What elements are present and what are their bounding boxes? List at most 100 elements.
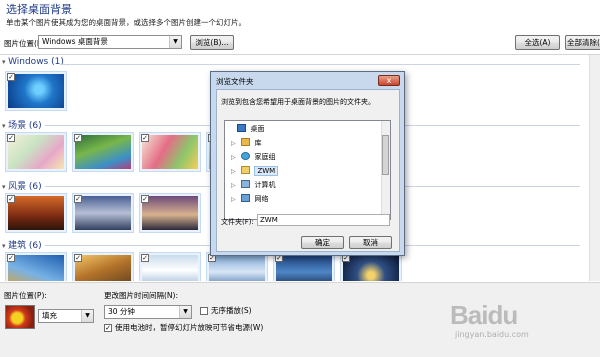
close-button[interactable]: x [378, 75, 400, 86]
thumb-checkbox[interactable]: ✓ [7, 195, 15, 203]
shuffle-label: 无序播放(S) [211, 306, 252, 315]
group-title: 建筑 (6) [8, 241, 42, 251]
picture-position-dropdown[interactable]: 填充 ▼ [38, 309, 94, 323]
baidu-watermark: Baidu [450, 300, 518, 330]
ok-button[interactable]: 确定 [301, 236, 344, 249]
tree-item-computer[interactable]: ▷ 计算机 [231, 180, 275, 191]
chevron-down-icon: ▼ [169, 36, 181, 48]
interval-label: 更改图片时间间隔(N): [104, 291, 178, 300]
tree-scroll-thumb[interactable] [382, 135, 389, 175]
thumb-checkbox[interactable]: ✓ [74, 195, 82, 203]
battery-pause-checkbox[interactable]: ✓ [104, 324, 112, 332]
folder-label: 文件夹(F): [221, 218, 254, 226]
thumb-checkbox[interactable]: ✓ [7, 134, 15, 142]
wallpaper-image [75, 196, 131, 230]
battery-pause-label: 使用电池时，暂停幻灯片放映可节省电源(W) [115, 323, 264, 332]
wallpaper-thumb[interactable]: ✓ [72, 132, 134, 172]
folder-input[interactable]: ZWM [257, 214, 390, 226]
tree-item-homegroup[interactable]: ▷ 家庭组 [231, 152, 275, 163]
thumb-checkbox[interactable]: ✓ [7, 254, 15, 262]
tree-item-label: 库 [254, 139, 262, 147]
expand-icon: ▷ [231, 182, 236, 189]
group-title: 风景 (6) [8, 182, 42, 192]
wallpaper-image [276, 255, 332, 281]
group-header-windows[interactable]: ▾ Windows (1) [2, 57, 64, 67]
wallpaper-thumb[interactable]: ✓ [5, 132, 67, 172]
wallpaper-thumb[interactable]: ✓ [139, 252, 201, 281]
wallpaper-image [142, 135, 198, 169]
wallpaper-image [8, 196, 64, 230]
homegroup-icon [241, 152, 251, 160]
thumb-checkbox[interactable]: ✓ [141, 134, 149, 142]
wallpaper-image [142, 255, 198, 281]
wallpaper-image [75, 255, 131, 281]
tree-item-library[interactable]: ▷ 库 [231, 138, 261, 149]
thumb-checkbox[interactable]: ✓ [141, 195, 149, 203]
shuffle-checkbox[interactable] [200, 307, 208, 315]
desktop-icon [237, 124, 247, 132]
collapse-icon: ▾ [2, 58, 6, 66]
page-subtitle: 单击某个图片使其成为您的桌面背景，或选择多个图片创建一个幻灯片。 [6, 18, 246, 27]
group-title: 场景 (6) [8, 121, 42, 131]
group-header-landscapes[interactable]: ▾ 风景 (6) [2, 179, 42, 192]
computer-icon [241, 180, 251, 188]
wallpaper-thumb[interactable]: ✓ [273, 252, 335, 281]
page-title: 选择桌面背景 [6, 3, 72, 16]
wallpaper-image [343, 255, 399, 281]
picture-position-label: 图片位置(P): [4, 291, 47, 300]
group-header-architecture[interactable]: ▾ 建筑 (6) [2, 238, 42, 251]
collapse-icon: ▾ [2, 183, 6, 191]
wallpaper-thumb[interactable]: ✓ [340, 252, 402, 281]
wallpaper-image [75, 135, 131, 169]
expand-icon: ▷ [231, 140, 236, 147]
wallpaper-image [142, 196, 198, 230]
select-all-button[interactable]: 全选(A) [515, 35, 560, 50]
interval-value: 30 分钟 [108, 307, 135, 316]
baidu-watermark-url: jingyan.baidu.com [455, 330, 529, 339]
picture-location-dropdown[interactable]: Windows 桌面背景 ▼ [38, 35, 182, 49]
wallpaper-thumb[interactable]: ✓ [72, 193, 134, 233]
tree-item-zwm[interactable]: ▷ ZWM [231, 166, 279, 177]
wallpaper-thumb[interactable]: ✓ [139, 132, 201, 172]
picture-position-value: 填充 [42, 311, 57, 320]
wallpaper-thumb[interactable]: ✓ [5, 252, 67, 281]
wallpaper-thumb[interactable]: ✓ [72, 252, 134, 281]
expand-icon: ▷ [231, 168, 236, 175]
clear-all-button[interactable]: 全部清除(C) [565, 35, 600, 50]
group-title: Windows (1) [8, 57, 64, 67]
chevron-down-icon: ▼ [81, 310, 93, 322]
group-divider [60, 64, 580, 65]
user-folder-icon [241, 166, 251, 174]
group-header-scenes[interactable]: ▾ 场景 (6) [2, 118, 42, 131]
thumb-checkbox[interactable]: ✓ [74, 254, 82, 262]
wallpaper-image [8, 74, 64, 108]
tree-item-label: 桌面 [250, 125, 265, 133]
wallpaper-image [209, 255, 265, 281]
position-preview-image [5, 305, 35, 329]
folder-tree[interactable]: 桌面 ▷ 库 ▷ 家庭组 ▷ ZWM ▷ 计算机 ▷ 网络 [224, 120, 391, 220]
dialog-title: 浏览文件夹 [216, 77, 254, 86]
thumb-checkbox[interactable]: ✓ [141, 254, 149, 262]
expand-icon: ▷ [231, 154, 236, 161]
wallpaper-thumb[interactable]: ✓ [5, 193, 67, 233]
gallery-scrollbar[interactable] [589, 55, 600, 281]
wallpaper-image [8, 255, 64, 281]
chevron-down-icon: ▼ [179, 306, 191, 318]
wallpaper-thumb[interactable]: ✓ [139, 193, 201, 233]
interval-dropdown[interactable]: 30 分钟 ▼ [104, 305, 192, 319]
thumb-checkbox[interactable]: ✓ [7, 73, 15, 81]
tree-item-network[interactable]: ▷ 网络 [231, 194, 268, 205]
tree-item-label: 家庭组 [254, 153, 276, 161]
wallpaper-thumb[interactable]: ✓ [5, 71, 67, 111]
tree-scrollbar[interactable] [381, 121, 390, 219]
collapse-icon: ▾ [2, 122, 6, 130]
cancel-button[interactable]: 取消 [349, 236, 392, 249]
browse-button[interactable]: 浏览(B)... [190, 35, 234, 50]
network-icon [241, 194, 251, 202]
wallpaper-thumb[interactable]: ✓ [206, 252, 268, 281]
tree-item-desktop[interactable]: 桌面 [227, 124, 264, 135]
tree-item-label: 网络 [254, 195, 269, 203]
browse-folder-dialog: 浏览文件夹 x 浏览到包含您希望用于桌面背景的图片的文件夹。 桌面 ▷ 库 ▷ … [210, 71, 405, 256]
thumb-checkbox[interactable]: ✓ [74, 134, 82, 142]
collapse-icon: ▾ [2, 242, 6, 250]
